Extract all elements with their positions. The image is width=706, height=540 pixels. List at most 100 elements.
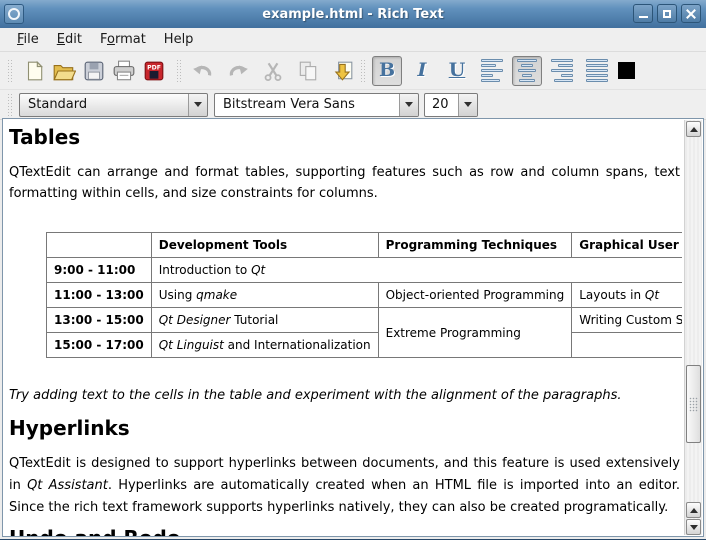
paragraph-style-combobox[interactable]: Standard — [19, 92, 208, 117]
table-cell-time: 9:00 - 11:00 — [46, 257, 152, 283]
table-cell: Introduction to Qt — [150, 257, 682, 283]
table-header: Graphical User Interfaces — [571, 232, 682, 258]
maximize-button[interactable] — [657, 4, 677, 23]
font-size-combobox[interactable]: 20 — [424, 92, 478, 117]
chevron-down-icon — [194, 102, 202, 107]
table-row: 13:00 - 15:00 Qt Designer Tutorial Extre… — [46, 307, 682, 358]
paragraph-hyperlinks: QTextEdit is designed to support hyperli… — [9, 456, 681, 515]
align-right-button[interactable] — [547, 56, 577, 86]
italic-button[interactable]: I — [407, 56, 437, 86]
section-heading-tables: Tables — [9, 125, 81, 149]
align-right-icon — [551, 59, 573, 82]
table-cell-time: 13:00 - 15:00 — [46, 307, 152, 333]
bold-button[interactable]: B — [372, 55, 402, 86]
table-header-row: Development Tools Programming Techniques… — [46, 232, 682, 258]
table-cell: Qt Designer Tutorial — [150, 307, 379, 333]
menu-bar: File Edit Format Help — [0, 28, 706, 52]
table-cell: Layouts in Qt — [571, 282, 682, 308]
maximize-icon — [663, 9, 671, 18]
toolbar-handle[interactable] — [360, 58, 366, 83]
undo-icon — [193, 65, 212, 76]
menu-file[interactable]: File — [8, 30, 48, 49]
app-window: example.html - Rich Text File Edit Forma… — [0, 0, 706, 540]
export-pdf-icon: PDF — [144, 61, 164, 80]
align-justify-button[interactable] — [582, 56, 612, 86]
save-icon — [84, 61, 104, 80]
toolbar-handle[interactable] — [7, 92, 13, 117]
export-pdf-button[interactable]: PDF — [139, 56, 169, 86]
align-left-icon — [481, 59, 503, 82]
table-cell: Using qmake — [150, 282, 379, 308]
align-justify-icon — [586, 59, 608, 82]
scrollbar-thumb[interactable] — [686, 365, 701, 443]
cut-icon — [264, 62, 282, 81]
copy-button[interactable] — [293, 56, 323, 86]
arrow-up-icon — [689, 126, 698, 132]
chevron-down-icon — [464, 102, 472, 107]
table-row: 11:00 - 13:00 Using qmake Object-oriente… — [46, 282, 682, 308]
section-heading-hyperlinks: Hyperlinks — [9, 416, 130, 440]
table-cell-time: 11:00 - 13:00 — [46, 282, 152, 308]
combo-arrow-button[interactable] — [458, 93, 477, 116]
close-button[interactable] — [681, 4, 701, 23]
scroll-down-button[interactable] — [686, 519, 701, 535]
cut-button[interactable] — [258, 56, 288, 86]
save-button[interactable] — [79, 56, 109, 86]
editor-frame: Tables QTextEdit can arrange and format … — [2, 118, 704, 537]
scroll-up-button-bottom[interactable] — [686, 502, 701, 518]
align-center-button[interactable] — [512, 55, 542, 86]
redo-icon — [229, 65, 248, 76]
new-document-button[interactable] — [19, 56, 49, 86]
undo-button[interactable] — [188, 56, 218, 86]
window-controls — [633, 4, 701, 23]
table-header: Development Tools — [150, 232, 379, 258]
table-cell: Writing Custom Styles — [571, 307, 682, 333]
table-row: 15:00 - 17:00 Qt Linguist and Internatio… — [46, 332, 682, 358]
menu-edit[interactable]: Edit — [48, 30, 91, 49]
menu-help[interactable]: Help — [155, 30, 203, 49]
paste-button[interactable] — [328, 56, 358, 86]
print-icon — [113, 60, 135, 80]
text-color-button[interactable] — [618, 62, 635, 79]
menu-format[interactable]: Format — [91, 30, 155, 49]
title-bar: example.html - Rich Text — [0, 0, 706, 28]
close-icon — [686, 9, 696, 19]
format-toolbar: Standard Bitstream Vera Sans 20 — [0, 90, 706, 120]
toolbar-handle[interactable] — [176, 58, 182, 83]
combo-arrow-button[interactable] — [188, 93, 207, 116]
vertical-scrollbar[interactable] — [684, 120, 702, 535]
combo-arrow-button[interactable] — [399, 93, 418, 116]
section-heading-undo-redo: Undo and Redo — [9, 526, 680, 536]
copy-icon — [299, 61, 317, 80]
table-cell: Qt Linguist and Internationalization — [150, 332, 379, 358]
new-document-icon — [27, 60, 44, 80]
print-button[interactable] — [109, 56, 139, 86]
rich-text-editor[interactable]: Tables QTextEdit can arrange and format … — [3, 119, 682, 536]
minimize-icon — [638, 16, 648, 18]
open-file-button[interactable] — [49, 56, 79, 86]
chevron-down-icon — [405, 102, 413, 107]
italic-icon: I — [417, 59, 427, 81]
schedule-table: Development Tools Programming Techniques… — [46, 232, 682, 358]
paragraph-note: Try adding text to the cells in the tabl… — [9, 388, 622, 403]
arrow-up-icon — [689, 507, 698, 513]
toolbar-handle[interactable] — [7, 58, 13, 83]
table-cell: Extreme Programming — [377, 307, 573, 358]
align-left-button[interactable] — [477, 56, 507, 86]
align-center-icon — [516, 59, 538, 82]
underline-button[interactable]: U — [442, 56, 472, 86]
font-family-combobox[interactable]: Bitstream Vera Sans — [214, 92, 419, 117]
table-header: Programming Techniques — [377, 232, 573, 258]
svg-text:PDF: PDF — [147, 64, 161, 71]
scroll-up-button[interactable] — [686, 121, 701, 137]
redo-button[interactable] — [223, 56, 253, 86]
table-row: 9:00 - 11:00 Introduction to Qt — [46, 257, 682, 283]
main-toolbar: PDF B I U — [0, 52, 706, 90]
paragraph-tables: QTextEdit can arrange and format tables,… — [9, 165, 680, 201]
table-cell-time: 15:00 - 17:00 — [46, 332, 152, 358]
table-header-empty — [46, 232, 152, 258]
minimize-button[interactable] — [633, 4, 653, 23]
scrollbar-grip — [689, 396, 698, 412]
bold-icon: B — [378, 59, 396, 81]
arrow-down-icon — [689, 524, 698, 530]
